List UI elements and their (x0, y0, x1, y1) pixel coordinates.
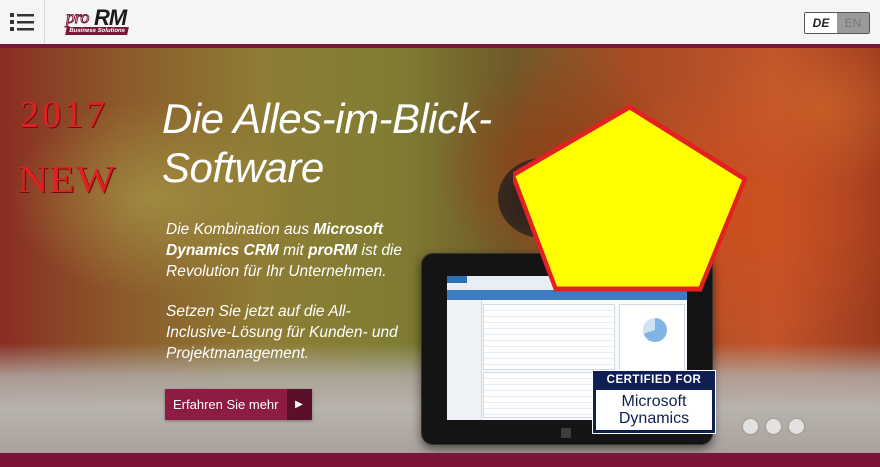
learn-more-button[interactable]: Erfahren Sie mehr ▶ (165, 389, 312, 420)
slider-dots (743, 419, 804, 434)
pentagon-shape (513, 104, 748, 292)
footer-bar (0, 453, 880, 467)
list-icon (10, 13, 34, 31)
lead-part-1: Die Kombination aus (166, 221, 314, 238)
language-switcher: DE EN (804, 12, 870, 34)
screen-grid (483, 304, 615, 370)
lead-bold-2: proRM (308, 242, 358, 259)
badge-new: NEW (18, 159, 117, 201)
certified-line-1: Microsoft (621, 393, 687, 410)
certified-for-microsoft-dynamics-badge: CERTIFIED FOR Microsoft Dynamics (592, 370, 716, 434)
hero-lead: Die Kombination aus Microsoft Dynamics C… (166, 219, 406, 282)
certified-line-2: Dynamics (618, 410, 690, 427)
hero-slider: 2017 NEW Die Alles-im-Blick- Software Di… (0, 48, 880, 453)
badge-year: 2017 (20, 94, 108, 136)
logo-pro: pro (66, 7, 90, 28)
screen-navigation (447, 300, 482, 420)
slider-dot-2[interactable] (766, 419, 781, 434)
windows-icon (561, 428, 571, 438)
menu-button[interactable] (0, 0, 45, 44)
learn-more-label: Erfahren Sie mehr (165, 389, 287, 420)
play-arrow-icon: ▶ (286, 389, 312, 420)
lead-part-2: mit (278, 242, 309, 259)
certified-top-label: CERTIFIED FOR (606, 374, 702, 386)
logo-tagline: Business Solutions (65, 27, 129, 35)
hero-lead-2: Setzen Sie jetzt auf die All-Inclusive-L… (166, 303, 398, 362)
hero-headline: Die Alles-im-Blick- Software (162, 94, 522, 192)
language-de-button[interactable]: DE (805, 13, 837, 33)
slider-dot-1[interactable] (743, 419, 758, 434)
site-header: pro RM Business Solutions DE EN (0, 0, 880, 48)
certified-logo-box: Microsoft Dynamics (596, 390, 712, 430)
headline-line-2: Software (162, 144, 324, 191)
prorm-logo[interactable]: pro RM Business Solutions (58, 5, 138, 37)
slider-dot-3[interactable] (789, 419, 804, 434)
headline-line-1: Die Alles-im-Blick- (162, 95, 492, 142)
language-en-button[interactable]: EN (837, 13, 869, 33)
screen-pie-chart (643, 318, 667, 342)
